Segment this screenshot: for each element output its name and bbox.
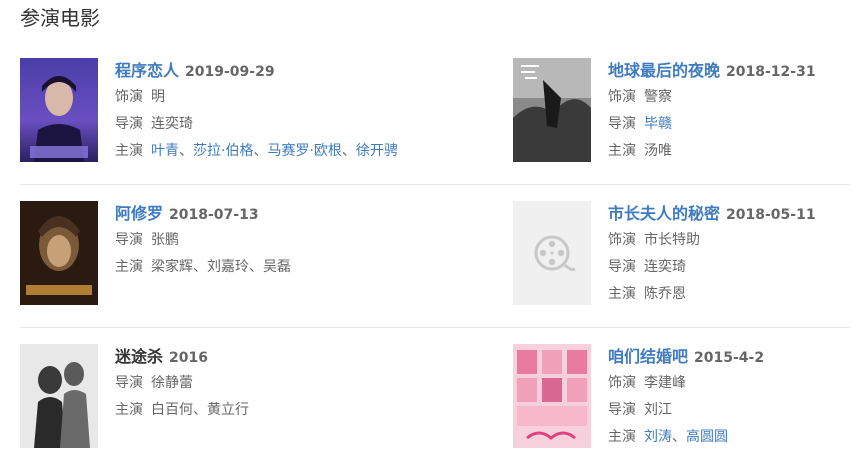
director-row: 导演 张鹏 [115, 227, 375, 254]
movie-info: 程序恋人 2019-09-29 饰演明 导演 连奕琦 主演 叶青、莎拉·伯格、马赛罗·… [115, 58, 398, 165]
release-date: 2019-09-29 [185, 64, 275, 80]
director-value: 徐静蕾 [151, 375, 193, 391]
cast-value: 黄立行 [207, 402, 249, 418]
film-reel-icon [513, 201, 591, 305]
row-label: 饰演 [608, 375, 636, 391]
cast-link[interactable]: 高圆圆 [686, 429, 728, 445]
movie-info: 咱们结婚吧 2015-4-2 饰演 李建峰 导演 刘江 主演 刘涛、高圆圆 [608, 344, 855, 451]
role-row: 饰演明 [115, 84, 375, 111]
movie-title-link[interactable]: 市长夫人的秘密 [608, 204, 720, 223]
row-label: 主演 [115, 259, 143, 275]
movie-card: 迷途杀 2016 导演 徐静蕾 主演 白百何、黄立行 [20, 344, 360, 454]
director-row: 导演 毕赣 [608, 111, 855, 138]
cast-value: 汤唯 [644, 143, 672, 159]
row-label: 主演 [608, 143, 636, 159]
role-row: 饰演 李建峰 [608, 370, 855, 397]
row-label: 饰演 [608, 89, 636, 105]
cast-row: 主演 白百何、黄立行 [115, 397, 375, 424]
release-date: 2018-05-11 [726, 207, 816, 223]
movie-info: 迷途杀 2016 导演 徐静蕾 主演 白百何、黄立行 [115, 344, 375, 424]
cast-link[interactable]: 徐开骋 [356, 143, 398, 159]
movie-card: 阿修罗 2018-07-13 导演 张鹏 主演 梁家辉、刘嘉玲、吴磊 [20, 201, 360, 311]
row-label: 主演 [115, 402, 143, 418]
cast-row: 主演 梁家辉、刘嘉玲、吴磊 [115, 254, 375, 281]
role-row: 饰演 警察 [608, 84, 855, 111]
director-value: 张鹏 [151, 232, 179, 248]
director-row: 导演 连奕琦 [115, 111, 375, 138]
cast-link[interactable]: 马赛罗·欧根 [267, 143, 341, 159]
role-value: 明 [151, 89, 165, 105]
row-label: 主演 [608, 286, 636, 302]
director-link[interactable]: 毕赣 [644, 116, 672, 132]
cast-value: 白百何 [151, 402, 193, 418]
release-date: 2015-4-2 [694, 350, 765, 366]
cast-link[interactable]: 叶青 [151, 143, 179, 159]
row-label: 导演 [608, 259, 636, 275]
separator: 、 [341, 143, 356, 159]
row-label: 导演 [608, 116, 636, 132]
release-date: 2018-12-31 [726, 64, 816, 80]
row-label: 导演 [115, 116, 143, 132]
role-value: 警察 [644, 89, 672, 105]
movie-poster[interactable] [513, 344, 591, 448]
cast-link[interactable]: 莎拉·伯格 [193, 143, 253, 159]
role-value: 李建峰 [644, 375, 686, 391]
cast-value: 梁家辉 [151, 259, 193, 275]
role-value: 市长特助 [644, 232, 700, 248]
role-row: 饰演 市长特助 [608, 227, 855, 254]
movie-title-link[interactable]: 地球最后的夜晚 [608, 61, 720, 80]
movie-poster[interactable] [20, 344, 98, 448]
movie-poster[interactable] [513, 58, 591, 162]
row-label: 导演 [608, 402, 636, 418]
movie-card: 咱们结婚吧 2015-4-2 饰演 李建峰 导演 刘江 主演 刘涛、高圆圆 [513, 344, 853, 454]
cast-row: 主演 刘涛、高圆圆 [608, 424, 855, 451]
cast-row: 主演 陈乔恩 [608, 281, 855, 308]
director-value: 刘江 [644, 402, 672, 418]
row-label: 主演 [608, 429, 636, 445]
movie-poster[interactable] [20, 201, 98, 305]
row-divider [20, 184, 850, 185]
cast-value: 吴磊 [263, 259, 291, 275]
movie-card: 程序恋人 2019-09-29 饰演明 导演 连奕琦 主演 叶青、莎拉·伯格、马赛罗·… [20, 58, 398, 168]
cast-value: 陈乔恩 [644, 286, 686, 302]
row-label: 导演 [115, 232, 143, 248]
separator: 、 [193, 259, 207, 275]
cast-link[interactable]: 刘涛 [644, 429, 672, 445]
director-row: 导演 连奕琦 [608, 254, 855, 281]
cast-value: 刘嘉玲 [207, 259, 249, 275]
row-label: 主演 [115, 143, 143, 159]
movie-card: 地球最后的夜晚 2018-12-31 饰演 警察 导演 毕赣 主演 汤唯 [513, 58, 853, 168]
row-label: 饰演 [608, 232, 636, 248]
release-date: 2016 [169, 350, 208, 366]
movie-info: 地球最后的夜晚 2018-12-31 饰演 警察 导演 毕赣 主演 汤唯 [608, 58, 855, 165]
movie-info: 阿修罗 2018-07-13 导演 张鹏 主演 梁家辉、刘嘉玲、吴磊 [115, 201, 375, 281]
movie-poster[interactable] [513, 201, 591, 305]
cast-row: 主演 汤唯 [608, 138, 855, 165]
movie-title-link[interactable]: 阿修罗 [115, 204, 163, 223]
row-label: 导演 [115, 375, 143, 391]
separator: 、 [193, 402, 207, 418]
cast-row: 主演 叶青、莎拉·伯格、马赛罗·欧根、徐开骋 [115, 138, 398, 165]
separator: 、 [672, 429, 686, 445]
separator: 、 [249, 259, 263, 275]
row-divider [20, 327, 850, 328]
director-row: 导演 徐静蕾 [115, 370, 375, 397]
movie-card: 市长夫人的秘密 2018-05-11 饰演 市长特助 导演 连奕琦 主演 陈乔恩 [513, 201, 853, 311]
movie-poster[interactable] [20, 58, 98, 162]
release-date: 2018-07-13 [169, 207, 259, 223]
movie-title-link[interactable]: 迷途杀 [115, 347, 163, 366]
section-title: 参演电影 [20, 6, 100, 30]
movie-title-link[interactable]: 程序恋人 [115, 61, 179, 80]
movie-title-link[interactable]: 咱们结婚吧 [608, 347, 688, 366]
row-label: 饰演 [115, 89, 143, 105]
movie-info: 市长夫人的秘密 2018-05-11 饰演 市长特助 导演 连奕琦 主演 陈乔恩 [608, 201, 855, 308]
director-value: 连奕琦 [644, 259, 686, 275]
director-row: 导演 刘江 [608, 397, 855, 424]
separator: 、 [253, 143, 268, 159]
separator: 、 [179, 143, 193, 159]
director-value: 连奕琦 [151, 116, 193, 132]
